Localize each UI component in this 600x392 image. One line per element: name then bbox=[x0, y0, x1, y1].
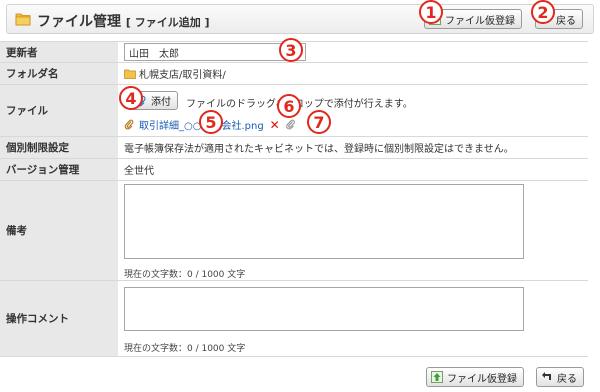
note-textarea[interactable] bbox=[124, 184, 524, 259]
back-arrow-icon bbox=[541, 371, 553, 383]
callout-badge-3: 3 bbox=[279, 38, 303, 62]
restriction-value: 電子帳簿保存法が適用されたキャビネットでは、登録時に個別制限設定はできません。 bbox=[118, 137, 588, 158]
restriction-label: 個別制限設定 bbox=[0, 137, 118, 158]
register-button-bottom[interactable]: ファイル仮登録 bbox=[426, 367, 524, 387]
callout-badge-4: 4 bbox=[119, 86, 143, 110]
file-label: ファイル bbox=[0, 85, 118, 136]
callout-badge-2: 2 bbox=[531, 0, 555, 24]
row-comment: 操作コメント 現在の文字数：0 / 1000 文字 bbox=[0, 281, 588, 357]
version-label: バージョン管理 bbox=[0, 159, 118, 180]
row-version: バージョン管理 全世代 bbox=[0, 159, 588, 181]
register-button-top-label: ファイル仮登録 bbox=[445, 15, 515, 27]
updater-value: 山田 太郎 bbox=[129, 48, 179, 60]
folder-path: 札幌支店/取引資料/ bbox=[139, 70, 226, 81]
page-title: ファイル管理 [ ファイル追加 ] bbox=[37, 11, 210, 31]
version-value: 全世代 bbox=[118, 159, 588, 180]
back-button-bottom-label: 戻る bbox=[557, 373, 577, 385]
updater-label: 更新者 bbox=[0, 42, 118, 62]
page-subtitle: [ ファイル追加 ] bbox=[125, 16, 210, 29]
callout-badge-7: 7 bbox=[307, 110, 331, 134]
note-counter: 現在の文字数：0 / 1000 文字 bbox=[124, 270, 246, 280]
back-button-bottom[interactable]: 戻る bbox=[536, 367, 584, 387]
delete-file-icon[interactable]: ✕ bbox=[270, 118, 280, 132]
comment-textarea[interactable] bbox=[124, 287, 524, 331]
callout-badge-5: 5 bbox=[199, 110, 223, 134]
row-note: 備考 現在の文字数：0 / 1000 文字 bbox=[0, 181, 588, 281]
comment-label: 操作コメント bbox=[0, 281, 118, 356]
page-title-text: ファイル管理 bbox=[37, 14, 121, 30]
callout-badge-1: 1 bbox=[419, 0, 443, 24]
file-attachment-icon bbox=[124, 119, 135, 131]
folder-label: フォルダ名 bbox=[0, 63, 118, 84]
callout-badge-6: 6 bbox=[277, 94, 301, 118]
comment-counter: 現在の文字数：0 / 1000 文字 bbox=[124, 344, 246, 354]
row-restriction: 個別制限設定 電子帳簿保存法が適用されたキャビネットでは、登録時に個別制限設定は… bbox=[0, 137, 588, 159]
folder-icon bbox=[15, 12, 31, 26]
row-folder: フォルダ名 札幌支店/取引資料/ bbox=[0, 63, 588, 85]
note-label: 備考 bbox=[0, 181, 118, 280]
register-button-bottom-label: ファイル仮登録 bbox=[447, 373, 517, 385]
clip-small-icon[interactable] bbox=[285, 119, 296, 131]
attach-button-label: 添付 bbox=[151, 97, 171, 108]
back-button-top-label: 戻る bbox=[556, 15, 576, 27]
upload-icon bbox=[431, 371, 443, 383]
folder-small-icon bbox=[124, 69, 136, 79]
